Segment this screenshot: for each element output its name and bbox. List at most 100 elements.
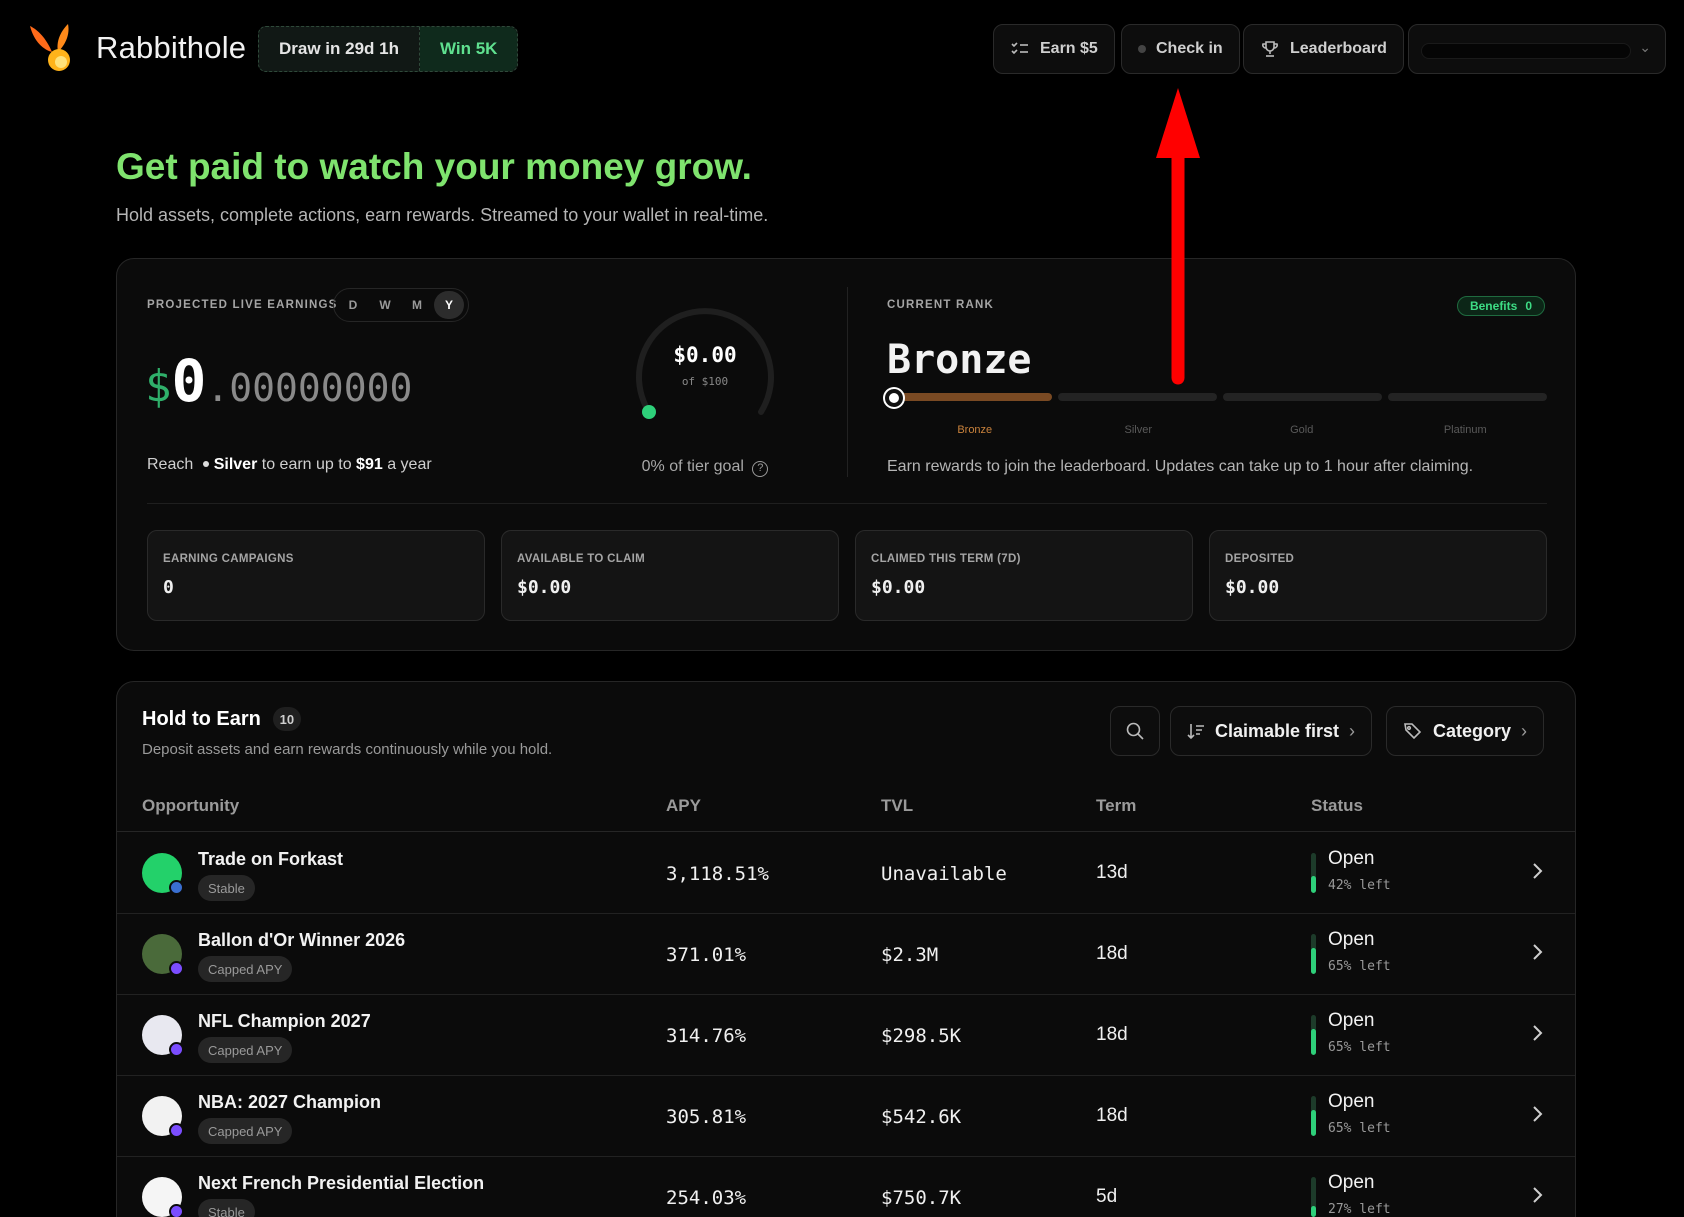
list-count-badge: 10	[272, 707, 301, 731]
period-option-m[interactable]: M	[402, 291, 432, 319]
projected-earnings-value: $ 0 .00000000	[145, 347, 412, 415]
rank-name: Bronze	[887, 337, 1032, 383]
category-button[interactable]: Category ›	[1386, 706, 1545, 756]
chevron-right-icon: ›	[1349, 720, 1356, 741]
chevron-down-icon: ⌄	[1639, 39, 1651, 55]
chain-badge-icon	[169, 1123, 184, 1138]
period-option-w[interactable]: W	[370, 291, 400, 319]
search-button[interactable]	[1110, 706, 1160, 756]
opportunity-avatar	[142, 1096, 184, 1138]
opportunity-avatar	[142, 1015, 184, 1057]
brand-name[interactable]: Rabbithole	[96, 30, 246, 66]
tier-label-platinum: Platinum	[1443, 424, 1487, 436]
capacity-bar	[1311, 853, 1316, 893]
opportunity-name: Trade on Forkast	[198, 849, 344, 869]
rank-progress-knob	[885, 389, 903, 407]
earnings-card: PROJECTED LIVE EARNINGS DWMY $ 0 .000000…	[116, 258, 1576, 651]
status-text: Open	[1328, 1172, 1375, 1193]
list-title: Hold to Earn 10	[142, 707, 301, 731]
table-row[interactable]: NFL Champion 2027 Capped APY 314.76% $29…	[117, 995, 1575, 1076]
column-opportunity[interactable]: Opportunity	[142, 796, 239, 816]
column-tvl[interactable]: TVL	[881, 796, 913, 816]
earn-button[interactable]: Earn $5	[993, 24, 1115, 74]
gauge-value: $0.00	[673, 343, 737, 367]
table-row[interactable]: Trade on Forkast Stable 3,118.51% Unavai…	[117, 833, 1575, 914]
capacity-bar	[1311, 1177, 1316, 1217]
checklist-icon	[1011, 42, 1028, 55]
tier-label-silver: Silver	[1124, 424, 1152, 436]
currency-symbol: $	[145, 361, 172, 412]
table-row[interactable]: Next French Presidential Election Stable…	[117, 1157, 1575, 1217]
column-apy[interactable]: APY	[666, 796, 701, 816]
reach-amount: $91	[356, 456, 383, 473]
stat-label: DEPOSITED	[1225, 553, 1295, 565]
draw-promo[interactable]: Draw in 29d 1h Win 5K	[258, 26, 519, 72]
hero-title: Get paid to watch your money grow.	[116, 146, 752, 187]
gauge-of-target: of $100	[681, 375, 729, 388]
chain-badge-icon	[169, 961, 184, 976]
chevron-right-icon[interactable]	[1525, 940, 1549, 964]
chevron-right-icon: ›	[1521, 720, 1528, 741]
tag-icon	[1404, 723, 1422, 740]
leaderboard-label: Leaderboard	[1290, 40, 1387, 57]
current-rank-label: CURRENT RANK	[887, 299, 995, 311]
chevron-right-icon[interactable]	[1525, 1102, 1549, 1126]
earn-label: Earn $5	[1040, 40, 1098, 57]
term-value: 13d	[1096, 862, 1128, 883]
stat-label: EARNING CAMPAIGNS	[163, 553, 294, 565]
period-option-y[interactable]: Y	[434, 291, 464, 319]
apy-value: 254.03%	[666, 1187, 747, 1209]
column-status[interactable]: Status	[1311, 796, 1363, 816]
opportunity-tag: Stable	[198, 875, 255, 901]
win-amount: Win 5K	[419, 27, 518, 71]
status-dot-icon	[1138, 45, 1146, 53]
rank-progress-track	[893, 393, 1547, 403]
horizontal-divider	[147, 503, 1547, 504]
capacity-bar	[1311, 1096, 1316, 1136]
reach-tier: Silver	[213, 456, 258, 473]
hold-to-earn-panel: Hold to Earn 10 Deposit assets and earn …	[116, 681, 1576, 1217]
leaderboard-button[interactable]: Leaderboard	[1243, 24, 1404, 74]
stat-available-to-claim: AVAILABLE TO CLAIM $0.00	[501, 530, 839, 621]
period-selector: DWMY	[333, 288, 469, 322]
tier-label-gold: Gold	[1290, 424, 1314, 436]
table-row[interactable]: NBA: 2027 Champion Capped APY 305.81% $5…	[117, 1076, 1575, 1157]
sort-button[interactable]: Claimable first ›	[1170, 706, 1373, 756]
chain-badge-icon	[169, 1204, 184, 1217]
status-text: Open	[1328, 848, 1375, 869]
capacity-fill	[1311, 1029, 1316, 1055]
chevron-right-icon[interactable]	[1525, 859, 1549, 883]
opportunity-tag: Capped APY	[198, 956, 293, 982]
term-value: 18d	[1096, 943, 1128, 964]
apy-value: 371.01%	[666, 944, 747, 966]
benefits-badge[interactable]: Benefits 0	[1456, 296, 1545, 316]
opportunity-tag: Stable	[198, 1199, 255, 1217]
chevron-right-icon[interactable]	[1525, 1183, 1549, 1207]
opportunity-tag: Capped APY	[198, 1037, 293, 1063]
reach-mid: to earn up to	[261, 456, 352, 473]
stat-value: $0.00	[1225, 577, 1280, 598]
capacity-left: 42% left	[1328, 878, 1391, 893]
capacity-left: 65% left	[1328, 1121, 1391, 1136]
capacity-fill	[1311, 1110, 1316, 1136]
annotation-arrow-icon	[1156, 88, 1200, 385]
gauge-progress-knob	[642, 405, 656, 419]
earnings-decimals: .00000000	[206, 366, 413, 410]
check-in-button[interactable]: Check in	[1121, 24, 1240, 74]
rabbithole-logo[interactable]	[24, 20, 80, 76]
help-icon[interactable]: ?	[752, 461, 769, 477]
column-term[interactable]: Term	[1096, 796, 1136, 816]
opportunity-name: Ballon d'Or Winner 2026	[198, 930, 406, 950]
chain-badge-icon	[169, 880, 184, 895]
rank-segment-platinum	[1388, 393, 1547, 401]
projected-earnings-label: PROJECTED LIVE EARNINGS	[147, 299, 338, 311]
rank-note: Earn rewards to join the leaderboard. Up…	[887, 458, 1474, 475]
opportunity-avatar	[142, 934, 184, 976]
reach-suffix: a year	[387, 456, 432, 473]
status-text: Open	[1328, 1091, 1375, 1112]
list-title-text: Hold to Earn	[142, 707, 261, 730]
table-row[interactable]: Ballon d'Or Winner 2026 Capped APY 371.0…	[117, 914, 1575, 995]
period-option-d[interactable]: D	[338, 291, 368, 319]
chevron-right-icon[interactable]	[1525, 1021, 1549, 1045]
wallet-dropdown[interactable]: ⌄	[1408, 24, 1666, 74]
